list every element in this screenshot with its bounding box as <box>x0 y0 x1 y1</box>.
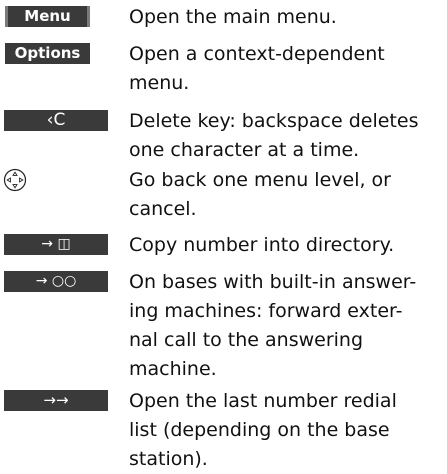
description-line: Copy number into directory. <box>129 234 395 256</box>
answering-machine-description: On bases with built-in answer- ing machi… <box>129 268 447 384</box>
menu-description: Open the main menu. <box>129 3 447 32</box>
description-line: On bases with built-in answer- <box>129 271 417 293</box>
navigation-description: Go back one menu level, or cancel. <box>129 166 447 224</box>
key-edge <box>5 6 8 27</box>
description-line: Go back one menu level, or <box>129 169 391 191</box>
description-line: cancel. <box>129 198 197 220</box>
copy-to-directory-softkey: → ◫ <box>4 234 108 255</box>
navigation-key-icon <box>3 168 27 192</box>
forward-to-answering-machine-softkey-label: → ○○ <box>35 273 77 289</box>
options-description: Open a context-dependent menu. <box>129 40 447 98</box>
copy-directory-description: Copy number into directory. <box>129 231 447 260</box>
description-line: menu. <box>129 72 190 94</box>
redial-description: Open the last number redial list (depend… <box>129 387 447 474</box>
redial-list-softkey-label: →→ <box>43 391 69 409</box>
description-line: one character at a time. <box>129 139 360 161</box>
delete-description: Delete key: backspace deletes one charac… <box>129 107 447 165</box>
description-line: Open the main menu. <box>129 6 337 28</box>
options-softkey-label: Options <box>14 44 81 62</box>
description-line: list (depending on the base <box>129 419 390 441</box>
description-line: ing machines: forward exter- <box>129 300 403 322</box>
options-softkey: Options <box>5 43 90 64</box>
delete-softkey-label: ‹C <box>46 110 66 130</box>
redial-list-softkey: →→ <box>4 390 108 411</box>
menu-softkey-label: Menu <box>24 7 71 25</box>
menu-softkey: Menu <box>5 6 90 27</box>
description-line: Open the last number redial <box>129 390 397 412</box>
forward-to-answering-machine-softkey: → ○○ <box>4 271 108 292</box>
copy-to-directory-softkey-label: → ◫ <box>41 236 71 252</box>
description-line: Open a context-dependent <box>129 43 385 65</box>
description-line: nal call to the answering <box>129 329 364 351</box>
description-line: machine. <box>129 358 217 380</box>
description-line: Delete key: backspace deletes <box>129 110 419 132</box>
delete-softkey: ‹C <box>4 110 108 131</box>
key-edge <box>87 6 90 27</box>
